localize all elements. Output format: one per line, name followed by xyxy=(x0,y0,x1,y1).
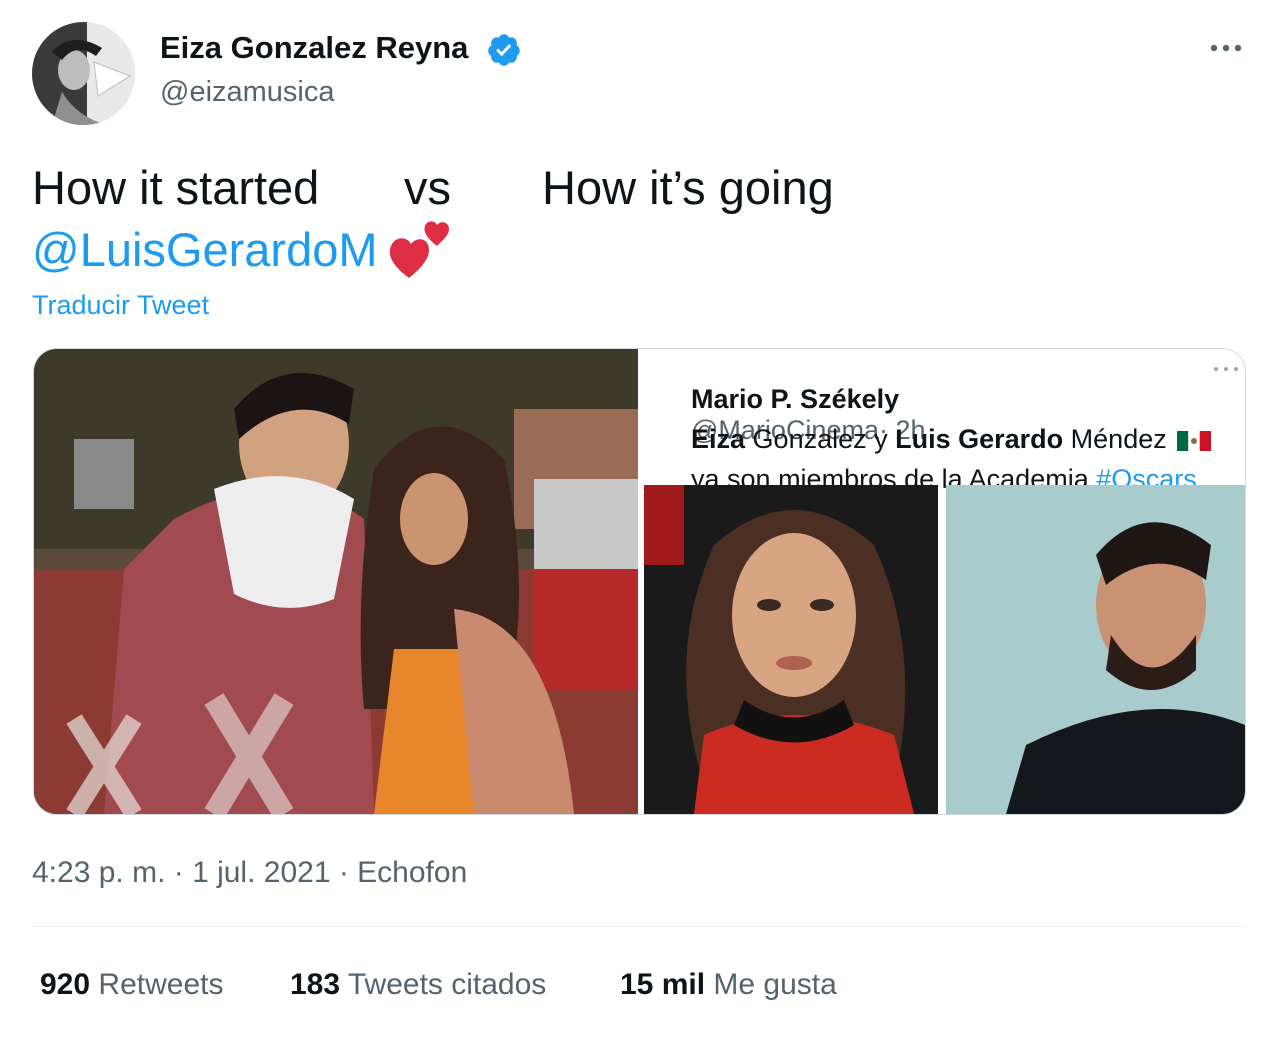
avatar-image xyxy=(32,22,135,125)
quotes-label: Tweets citados xyxy=(347,968,547,1001)
more-options-icon[interactable] xyxy=(1208,34,1244,62)
likes-stat[interactable]: 15 mil Me gusta xyxy=(620,968,837,1002)
verified-badge-icon xyxy=(488,34,520,66)
tweet-text-right: How it’s going xyxy=(542,161,834,214)
quoted-more-icon xyxy=(1214,367,1238,371)
quoted-photo-eiza xyxy=(644,485,938,814)
quoted-photo-luis xyxy=(946,485,1245,814)
quoted-tweet-screenshot[interactable]: Mario P. Székely @MarioCinema· 2h Eiza G… xyxy=(640,349,1245,814)
tweet-timestamp[interactable]: 4:23 p. m. · 1 jul. 2021 · Echofon xyxy=(32,856,467,890)
author-display-name[interactable]: Eiza Gonzalez Reyna xyxy=(160,30,468,66)
photo-left[interactable] xyxy=(34,349,638,814)
photo-couple-image xyxy=(34,349,638,814)
divider xyxy=(32,926,1244,927)
likes-label: Me gusta xyxy=(713,968,837,1001)
mention-link[interactable]: @LuisGerardoM xyxy=(32,222,378,277)
retweets-stat[interactable]: 920 Retweets xyxy=(40,968,223,1002)
tweet-text-vs: vs xyxy=(404,161,451,214)
translate-tweet-link[interactable]: Traducir Tweet xyxy=(32,290,209,321)
likes-count: 15 mil xyxy=(620,968,706,1001)
author-handle[interactable]: @eizamusica xyxy=(160,76,335,109)
quote-tweets-stat[interactable]: 183 Tweets citados xyxy=(290,968,546,1002)
two-hearts-icon xyxy=(389,221,449,278)
retweets-count: 920 xyxy=(40,968,91,1001)
tweet-text-left: How it started xyxy=(32,161,320,214)
avatar[interactable] xyxy=(32,22,135,125)
portrait-woman-image xyxy=(644,485,938,814)
retweets-label: Retweets xyxy=(98,968,224,1001)
quotes-count: 183 xyxy=(290,968,341,1001)
tweet-media[interactable]: Mario P. Székely @MarioCinema· 2h Eiza G… xyxy=(33,348,1246,815)
portrait-man-image xyxy=(946,485,1245,814)
